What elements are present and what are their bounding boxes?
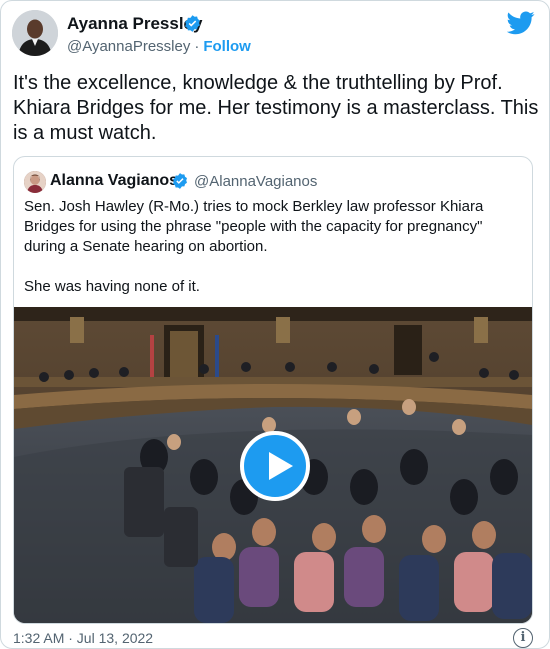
author-handle[interactable]: @AyannaPressley — [67, 38, 190, 55]
handle-separator: · — [194, 38, 200, 55]
follow-button[interactable]: Follow — [203, 38, 251, 55]
quoted-author-avatar[interactable] — [24, 171, 46, 193]
tweet-text: It's the excellence, knowledge & the tru… — [13, 72, 539, 144]
info-icon[interactable]: i — [513, 628, 533, 648]
quoted-tweet-text: Sen. Josh Hawley (R-Mo.) tries to mock B… — [24, 197, 522, 297]
quoted-text-paragraph: She was having none of it. — [24, 278, 200, 295]
quoted-tweet[interactable]: Alanna Vagianos @AlannaVagianos Sen. Jos… — [13, 156, 533, 624]
video-thumbnail[interactable] — [14, 307, 532, 623]
play-icon[interactable] — [240, 431, 310, 501]
twitter-bird-icon[interactable] — [507, 11, 535, 35]
verified-badge-icon — [185, 15, 200, 32]
quoted-author-name[interactable]: Alanna Vagianos — [50, 172, 178, 190]
quoted-text-paragraph: Sen. Josh Hawley (R-Mo.) tries to mock B… — [24, 198, 484, 255]
tweet-card: Ayanna Pressley @AyannaPressley · Follow I… — [0, 0, 550, 649]
tweet-timestamp[interactable]: 1:32 AM · Jul 13, 2022 — [13, 630, 153, 646]
verified-badge-icon — [173, 173, 187, 189]
author-handle-line: @AyannaPressley · Follow — [67, 38, 251, 55]
quoted-author-handle[interactable]: @AlannaVagianos — [194, 173, 317, 190]
author-avatar[interactable] — [12, 10, 58, 56]
